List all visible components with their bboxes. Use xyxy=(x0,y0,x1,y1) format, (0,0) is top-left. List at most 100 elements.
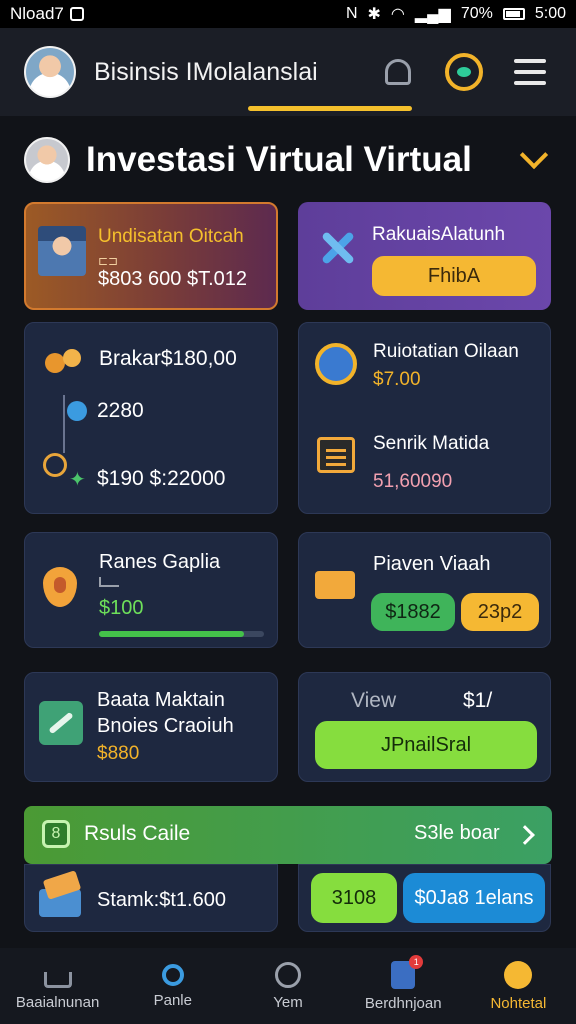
status-bar: Nload7 N ✱ ◠ ▂▄▆ 70% 5:00 xyxy=(0,0,576,28)
card-line-1: Baata Maktain xyxy=(97,689,225,711)
notifications-button[interactable] xyxy=(376,50,420,94)
card-title: Piaven Viaah xyxy=(373,553,491,575)
battery-icon xyxy=(502,8,525,20)
nav-label: Panle xyxy=(153,991,192,1009)
view-label[interactable]: View xyxy=(351,689,396,713)
results-icon: 8 xyxy=(42,820,70,848)
section-header[interactable]: Investasi Virtual Virtual xyxy=(24,134,552,186)
card-title: RakuaisAlatunh xyxy=(372,224,506,245)
location-pin-icon xyxy=(67,401,87,421)
card-title-2: Senrik Matida xyxy=(373,433,490,454)
section-title: Investasi Virtual Virtual xyxy=(86,140,472,179)
card-title: Undisatan Oitcah xyxy=(98,226,244,247)
tools-icon xyxy=(320,230,356,266)
chevron-right-icon[interactable] xyxy=(515,825,535,845)
mini-chart-icon xyxy=(99,577,119,587)
view-amount: $1/ xyxy=(463,689,493,712)
package-icon xyxy=(37,873,85,921)
coin-ring-icon xyxy=(445,53,483,91)
card-title: Ranes Gaplia xyxy=(99,551,221,573)
hamburger-icon xyxy=(514,59,546,85)
banner-link[interactable]: S3le boar xyxy=(414,822,500,845)
view-card[interactable]: View $1/ JPnailSral xyxy=(298,672,551,782)
search-icon xyxy=(161,963,184,986)
home-icon xyxy=(43,971,72,988)
profile-avatar[interactable] xyxy=(24,46,76,98)
balance-pill-1[interactable]: 3108 xyxy=(311,873,397,923)
card-value: $880 xyxy=(97,743,140,764)
progress-bar xyxy=(99,631,264,637)
investment-card-1[interactable]: Undisatan Oitcah ⊏⊐ $803 600 $T.012 xyxy=(24,202,278,310)
menu-button[interactable] xyxy=(508,50,552,94)
graph-card[interactable]: Ranes Gaplia $100 xyxy=(24,532,278,648)
timeline-line xyxy=(63,395,65,453)
nav-search[interactable]: Panle xyxy=(115,948,230,1024)
coin-icon xyxy=(315,343,357,385)
card-value-1: $7.00 xyxy=(373,369,421,390)
clock-icon xyxy=(275,961,301,988)
app-title: Bisinsis IMolalanslai xyxy=(94,57,318,86)
notification-badge: 1 xyxy=(409,954,424,969)
amount-pill-2[interactable]: 23p2 xyxy=(461,593,539,631)
nfc-icon: N xyxy=(345,5,358,22)
nav-history[interactable]: Yem xyxy=(230,948,345,1024)
gears-icon xyxy=(45,349,85,373)
section-avatar xyxy=(24,137,70,183)
cycle-icon xyxy=(43,453,67,477)
progress-fill xyxy=(99,631,245,637)
bell-icon xyxy=(385,59,411,85)
bluetooth-icon: ✱ xyxy=(367,6,381,23)
fund-button[interactable]: FhibA xyxy=(372,256,536,296)
status-left: Nload7 xyxy=(10,4,84,24)
wallet-button[interactable] xyxy=(442,50,486,94)
rotation-card[interactable]: Ruiotatian Oilaan $7.00 Senrik Matida 51… xyxy=(298,322,551,514)
market-card[interactable]: Baata Maktain Bnoies Craoiuh $880 xyxy=(24,672,278,782)
card-values: $803 600 $T.012 xyxy=(98,268,248,290)
chevron-down-icon[interactable] xyxy=(519,140,549,170)
card-value: $100 xyxy=(99,597,144,619)
card-text: Stamk:$t1.600 xyxy=(97,889,226,911)
notification-icon xyxy=(69,7,84,21)
stat-line-2: 2280 xyxy=(97,399,144,422)
wallet-icon xyxy=(315,571,355,599)
balance-pill-2[interactable]: $0Ja8 1elans xyxy=(403,873,545,923)
balance-card[interactable]: 3108 $0Ja8 1elans xyxy=(298,864,551,932)
person-photo-icon xyxy=(38,226,86,276)
wifi-icon: ◠ xyxy=(390,6,405,23)
stats-card[interactable]: Brakar$180,00 2280 ✦ $190 $:22000 xyxy=(24,322,278,514)
status-right: N ✱ ◠ ▂▄▆ 70% 5:00 xyxy=(346,4,566,24)
banner-title: Rsuls Caile xyxy=(84,822,191,845)
shield-icon xyxy=(43,567,77,607)
document-icon xyxy=(317,437,355,473)
header-active-indicator xyxy=(248,106,412,111)
app-header: Bisinsis IMolalanslai xyxy=(0,28,576,116)
link-icon: ⊏⊐ xyxy=(98,254,119,268)
account-icon xyxy=(504,960,533,989)
nav-label: Yem xyxy=(273,993,303,1011)
stat-line-1: Brakar$180,00 xyxy=(99,347,237,370)
signal-icon: ▂▄▆ xyxy=(414,6,451,23)
nav-home[interactable]: Baaialnunan xyxy=(0,948,115,1024)
nav-account[interactable]: Nohtetal xyxy=(461,948,576,1024)
inbox-icon: 1 xyxy=(391,954,424,989)
nav-messages[interactable]: 1 Berdhnjoan xyxy=(346,948,461,1024)
card-title-1: Ruiotatian Oilaan xyxy=(373,341,519,362)
nav-label: Baaialnunan xyxy=(15,993,100,1011)
sparkle-icon: ✦ xyxy=(69,469,86,491)
battery-percent: 70% xyxy=(460,5,493,22)
plan-card[interactable]: Piaven Viaah $1882 23p2 xyxy=(298,532,551,648)
results-banner[interactable]: 8 Rsuls Caile S3le boar xyxy=(24,806,552,864)
clock-time: 5:00 xyxy=(534,5,566,22)
bottom-navigation: Baaialnunan Panle Yem 1 Berdhnjoan Nohte… xyxy=(0,948,576,1024)
amount-pill-1[interactable]: $1882 xyxy=(371,593,455,631)
stock-card[interactable]: Stamk:$t1.600 xyxy=(24,864,278,932)
card-value-2: 51,60090 xyxy=(373,471,453,492)
carrier-text: Nload7 xyxy=(10,4,64,23)
nav-label: Nohtetal xyxy=(490,994,547,1012)
nav-label: Berdhnjoan xyxy=(364,994,442,1012)
card-line-2: Bnoies Craoiuh xyxy=(97,715,234,737)
investment-card-2[interactable]: RakuaisAlatunh FhibA xyxy=(298,202,551,310)
journal-button[interactable]: JPnailSral xyxy=(315,721,537,769)
stat-line-3: $190 $:22000 xyxy=(97,467,226,490)
plant-growth-icon xyxy=(39,701,83,745)
